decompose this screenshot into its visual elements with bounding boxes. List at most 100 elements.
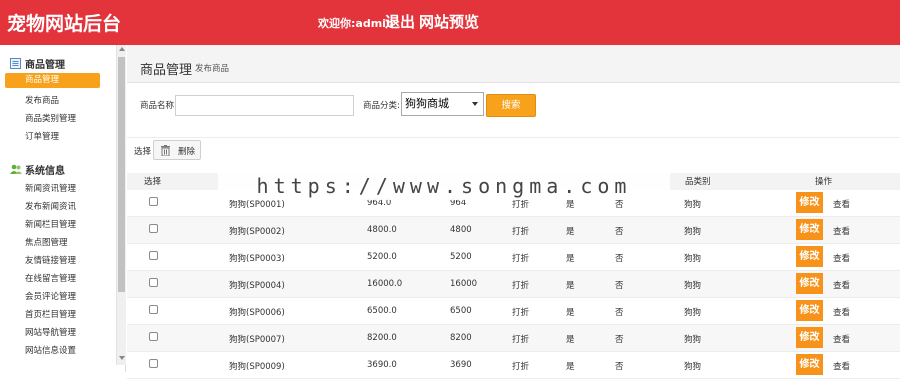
chevron-down-icon xyxy=(472,102,478,106)
sale-price-cell: 8200 xyxy=(450,333,472,343)
welcome-text: 欢迎你:admin xyxy=(318,17,394,30)
discount-cell: 打折 xyxy=(512,335,530,345)
delete-label: 删除 xyxy=(178,147,196,157)
sidebar-item-publish-news[interactable]: 发布新闻资讯 xyxy=(25,200,76,212)
sidebar-item-home-columns[interactable]: 首页栏目管理 xyxy=(25,308,76,320)
sidebar-item-product-manage[interactable]: 商品管理 xyxy=(5,73,100,88)
scroll-down-arrow-icon[interactable] xyxy=(119,356,125,360)
sidebar-item-product-category[interactable]: 商品类别管理 xyxy=(25,112,76,124)
product-name-cell: 狗狗(SP0009) xyxy=(229,362,285,372)
edit-button[interactable]: 修改 xyxy=(796,192,823,213)
edit-button[interactable]: 修改 xyxy=(796,219,823,240)
row-checkbox[interactable] xyxy=(149,278,158,287)
row-checkbox[interactable] xyxy=(149,332,158,341)
table-row: 狗狗(SP0009) 3690.0 3690 打折是否狗狗 修改 查看 xyxy=(127,352,900,379)
flag-hot-cell: 否 xyxy=(615,335,624,345)
search-button[interactable]: 搜索 xyxy=(486,94,536,117)
view-link[interactable]: 查看 xyxy=(833,252,850,264)
category-cell: 狗狗 xyxy=(684,200,702,210)
category-label: 商品分类: xyxy=(363,101,400,111)
divider xyxy=(127,137,900,138)
sidebar-scrollbar[interactable] xyxy=(116,45,126,365)
trash-icon xyxy=(161,145,170,157)
view-link[interactable]: 查看 xyxy=(833,279,850,291)
col-header-category: 品类别 xyxy=(685,177,711,187)
page-title: 商品管理 xyxy=(140,63,193,78)
table-row: 狗狗(SP0003) 5200.0 5200 打折 是 否 狗狗 修改 查看 xyxy=(127,244,900,271)
market-price-cell: 5200.0 xyxy=(367,252,397,262)
category-cell: 狗狗 xyxy=(684,281,702,291)
edit-button[interactable]: 修改 xyxy=(796,273,823,294)
view-link[interactable]: 查看 xyxy=(833,198,850,210)
sidebar-item-news-column[interactable]: 新闻栏目管理 xyxy=(25,218,76,230)
sidebar-group-products[interactable]: 商品管理 xyxy=(10,56,65,71)
category-select-value: 狗狗商城 xyxy=(405,97,449,110)
view-link[interactable]: 查看 xyxy=(833,306,850,318)
category-cell: 狗狗 xyxy=(684,362,702,372)
top-header: 宠物网站后台 欢迎你:admin 退出 网站预览 xyxy=(0,0,900,45)
sidebar: 商品管理 商品管理 发布商品 商品类别管理 订单管理 系统信息 新闻资讯管理 发… xyxy=(0,45,126,372)
sidebar-item-orders[interactable]: 订单管理 xyxy=(25,130,59,142)
sidebar-item-messages[interactable]: 在线留言管理 xyxy=(25,272,76,284)
sidebar-item-focus-image[interactable]: 焦点图管理 xyxy=(25,236,68,248)
row-checkbox[interactable] xyxy=(149,197,158,206)
product-name-cell: 狗狗(SP0006) xyxy=(229,308,285,318)
edit-button[interactable]: 修改 xyxy=(796,246,823,267)
flag-hot-cell: 否 xyxy=(615,308,624,318)
sidebar-item-news[interactable]: 新闻资讯管理 xyxy=(25,182,76,194)
delete-button[interactable]: 删除 xyxy=(153,140,201,160)
row-checkbox[interactable] xyxy=(149,305,158,314)
flag-recommend-cell: 是 xyxy=(566,254,575,264)
row-checkbox[interactable] xyxy=(149,224,158,233)
market-price-cell: 16000.0 xyxy=(367,279,403,289)
document-list-icon xyxy=(10,58,21,69)
col-header-select: 选择 xyxy=(144,177,162,187)
sidebar-group-label: 系统信息 xyxy=(25,166,65,177)
scroll-thumb[interactable] xyxy=(118,57,125,292)
product-name-cell: 狗狗(SP0003) xyxy=(229,254,285,264)
table-row: 狗狗(SP0004) 16000.0 16000 打折 是 否 狗狗 修改 查看 xyxy=(127,271,900,298)
flag-hot-cell: 否 xyxy=(615,254,624,264)
product-name-input[interactable] xyxy=(175,95,354,116)
sidebar-item-comments[interactable]: 会员评论管理 xyxy=(25,290,76,302)
category-cell: 狗狗 xyxy=(684,308,702,318)
site-title: 宠物网站后台 xyxy=(7,13,122,35)
category-cell: 狗狗 xyxy=(684,254,702,264)
flag-recommend-cell: 是 xyxy=(566,227,575,237)
flag-hot-cell: 否 xyxy=(615,281,624,291)
flag-hot-cell: 否 xyxy=(615,362,624,372)
table-row: 狗狗(SP0007) 8200.0 8200 打折 是 否 狗狗 修改 查看 xyxy=(127,325,900,352)
scroll-up-arrow-icon[interactable] xyxy=(119,47,125,51)
view-link[interactable]: 查看 xyxy=(833,360,850,372)
product-name-cell: 狗狗(SP0004) xyxy=(229,281,285,291)
sale-price-cell: 5200 xyxy=(450,252,472,262)
logout-link[interactable]: 退出 xyxy=(385,11,415,32)
row-checkbox[interactable] xyxy=(149,359,158,368)
sidebar-item-friend-links[interactable]: 友情链接管理 xyxy=(25,254,76,266)
flag-recommend-cell: 是 xyxy=(566,362,575,372)
sidebar-item-site-settings[interactable]: 网站信息设置 xyxy=(25,344,76,356)
table-row: 狗狗(SP0006) 6500.0 6500 打折 是 否 狗狗 修改 查看 xyxy=(127,298,900,325)
category-cell: 狗狗 xyxy=(684,227,702,237)
sale-price-cell: 6500 xyxy=(450,306,472,316)
sidebar-item-publish-product[interactable]: 发布商品 xyxy=(25,94,59,106)
category-cell: 狗狗 xyxy=(684,335,702,345)
table-toolbar: 选择 删除 xyxy=(127,140,900,164)
discount-cell: 打折 xyxy=(512,254,530,264)
edit-button[interactable]: 修改 xyxy=(796,327,823,348)
flag-recommend-cell: 是 xyxy=(566,308,575,318)
view-link[interactable]: 查看 xyxy=(833,333,850,345)
view-link[interactable]: 查看 xyxy=(833,225,850,237)
content-header: 商品管理 发布商品 xyxy=(127,45,900,83)
search-bar: 商品名称 商品分类: 狗狗商城 搜索 xyxy=(127,91,900,127)
site-preview-link[interactable]: 网站预览 xyxy=(419,11,479,32)
sidebar-group-system[interactable]: 系统信息 xyxy=(10,162,65,177)
edit-button[interactable]: 修改 xyxy=(796,300,823,321)
row-checkbox[interactable] xyxy=(149,251,158,260)
sidebar-item-site-nav[interactable]: 网站导航管理 xyxy=(25,326,76,338)
page-subtitle: 发布商品 xyxy=(195,64,230,74)
category-select[interactable]: 狗狗商城 xyxy=(401,92,484,116)
sale-price-cell: 4800 xyxy=(450,225,472,235)
market-price-cell: 4800.0 xyxy=(367,225,397,235)
flag-recommend-cell: 是 xyxy=(566,335,575,345)
